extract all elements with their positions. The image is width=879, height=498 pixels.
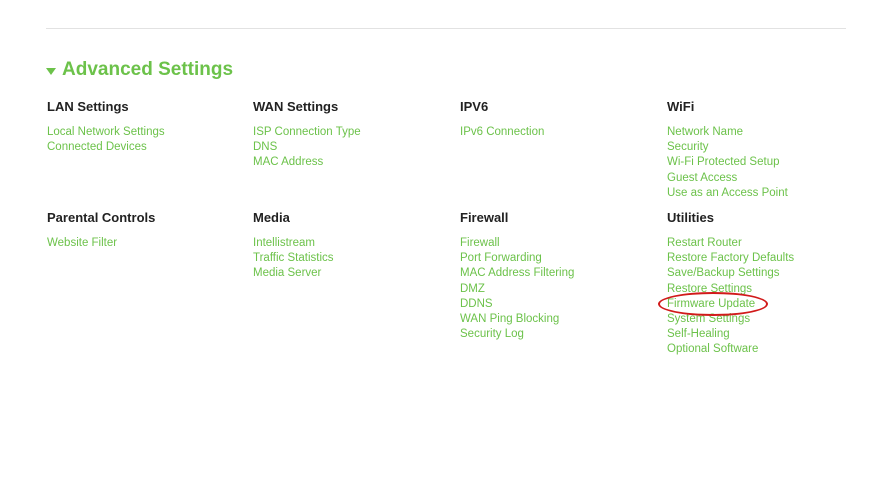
group-lan-settings: LAN Settings Local Network Settings Conn… <box>47 99 165 155</box>
link-restore-factory-defaults[interactable]: Restore Factory Defaults <box>667 251 794 266</box>
link-isp-connection-type[interactable]: ISP Connection Type <box>253 125 361 140</box>
section-title: Advanced Settings <box>62 59 234 80</box>
top-divider <box>46 28 846 29</box>
link-firmware-update[interactable]: Firmware Update <box>667 297 794 312</box>
link-dmz[interactable]: DMZ <box>460 282 574 297</box>
link-system-settings[interactable]: System Settings <box>667 312 794 327</box>
group-title-parental-controls: Parental Controls <box>47 210 156 225</box>
group-title-wifi: WiFi <box>667 99 695 114</box>
group-title-firewall: Firewall <box>460 210 509 225</box>
group-firewall: Firewall Firewall Port Forwarding MAC Ad… <box>460 210 574 342</box>
caret-down-icon <box>46 67 56 75</box>
group-wifi: WiFi Network Name Security Wi-Fi Protect… <box>667 99 788 201</box>
link-local-network-settings[interactable]: Local Network Settings <box>47 125 165 140</box>
link-network-name[interactable]: Network Name <box>667 125 788 140</box>
link-save-backup-settings[interactable]: Save/Backup Settings <box>667 266 794 281</box>
link-firewall[interactable]: Firewall <box>460 236 574 251</box>
link-ddns[interactable]: DDNS <box>460 297 574 312</box>
group-title-ipv6: IPV6 <box>460 99 489 114</box>
link-traffic-statistics[interactable]: Traffic Statistics <box>253 251 334 266</box>
link-wifi-protected-setup[interactable]: Wi-Fi Protected Setup <box>667 155 788 170</box>
link-restart-router[interactable]: Restart Router <box>667 236 794 251</box>
group-title-utilities: Utilities <box>667 210 714 225</box>
link-mac-address[interactable]: MAC Address <box>253 155 361 170</box>
link-optional-software[interactable]: Optional Software <box>667 342 794 357</box>
group-title-media: Media <box>253 210 290 225</box>
link-media-server[interactable]: Media Server <box>253 266 334 281</box>
link-use-as-access-point[interactable]: Use as an Access Point <box>667 186 788 201</box>
link-mac-address-filtering[interactable]: MAC Address Filtering <box>460 266 574 281</box>
group-wan-settings: WAN Settings ISP Connection Type DNS MAC… <box>253 99 361 171</box>
link-intellistream[interactable]: Intellistream <box>253 236 334 251</box>
link-ipv6-connection[interactable]: IPv6 Connection <box>460 125 544 140</box>
group-ipv6: IPV6 IPv6 Connection <box>460 99 544 140</box>
link-self-healing[interactable]: Self-Healing <box>667 327 794 342</box>
link-security[interactable]: Security <box>667 140 788 155</box>
link-restore-settings[interactable]: Restore Settings <box>667 282 794 297</box>
group-media: Media Intellistream Traffic Statistics M… <box>253 210 334 282</box>
link-website-filter[interactable]: Website Filter <box>47 236 155 251</box>
link-connected-devices[interactable]: Connected Devices <box>47 140 165 155</box>
group-utilities: Utilities Restart Router Restore Factory… <box>667 210 794 358</box>
link-port-forwarding[interactable]: Port Forwarding <box>460 251 574 266</box>
group-title-lan-settings: LAN Settings <box>47 99 129 114</box>
link-wan-ping-blocking[interactable]: WAN Ping Blocking <box>460 312 574 327</box>
group-title-wan-settings: WAN Settings <box>253 99 339 114</box>
advanced-settings-toggle[interactable]: Advanced Settings <box>46 59 233 81</box>
link-security-log[interactable]: Security Log <box>460 327 574 342</box>
link-guest-access[interactable]: Guest Access <box>667 171 788 186</box>
link-dns[interactable]: DNS <box>253 140 361 155</box>
group-parental-controls: Parental Controls Website Filter <box>47 210 155 251</box>
